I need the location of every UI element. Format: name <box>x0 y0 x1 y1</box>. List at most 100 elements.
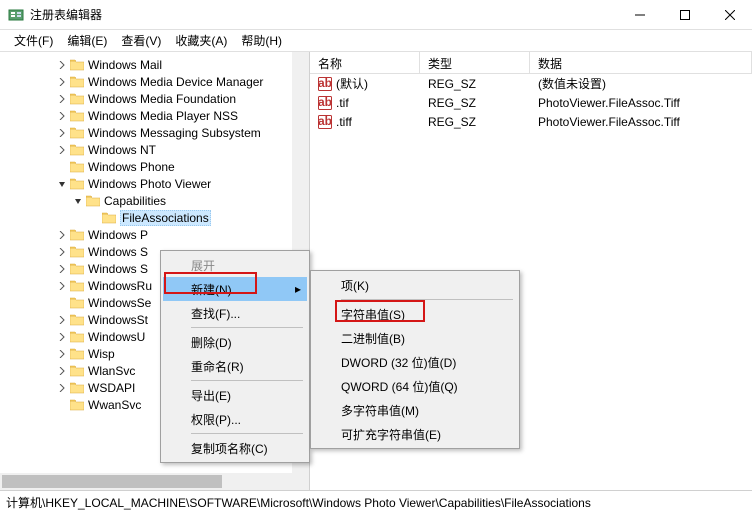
tree-label: WSDAPI <box>88 381 135 395</box>
col-type[interactable]: 类型 <box>420 52 530 73</box>
list-header: 名称 类型 数据 <box>310 52 752 74</box>
tree-label: Windows Photo Viewer <box>88 177 211 191</box>
string-value-icon: ab <box>318 115 332 129</box>
folder-icon <box>70 127 84 139</box>
chevron-right-icon[interactable] <box>56 348 68 360</box>
menu-view[interactable]: 查看(V) <box>115 30 167 51</box>
menu-file[interactable]: 文件(F) <box>8 30 59 51</box>
tree-item[interactable]: FileAssociations <box>0 209 309 226</box>
folder-icon <box>70 161 84 173</box>
tree-item[interactable]: Windows Photo Viewer <box>0 175 309 192</box>
folder-icon <box>70 93 84 105</box>
tree-label: Windows Media Foundation <box>88 92 236 106</box>
chevron-right-icon[interactable] <box>56 110 68 122</box>
chevron-down-icon[interactable] <box>72 195 84 207</box>
menu-edit[interactable]: 编辑(E) <box>61 30 113 51</box>
cell-name: ab.tiff <box>310 115 420 129</box>
ctx-item[interactable]: 删除(D) <box>163 330 307 354</box>
tree-label: Windows NT <box>88 143 156 157</box>
tree-item[interactable]: Windows Media Player NSS <box>0 107 309 124</box>
menu-help[interactable]: 帮助(H) <box>235 30 288 51</box>
folder-icon <box>70 229 84 241</box>
cell-name: ab.tif <box>310 96 420 110</box>
col-name[interactable]: 名称 <box>310 52 420 73</box>
chevron-down-icon[interactable] <box>56 178 68 190</box>
submenu-item[interactable]: 多字符串值(M) <box>313 398 517 422</box>
ctx-item[interactable]: 复制项名称(C) <box>163 436 307 460</box>
chevron-right-icon[interactable] <box>56 229 68 241</box>
chevron-right-icon[interactable] <box>56 127 68 139</box>
menu-separator <box>341 299 513 300</box>
folder-icon <box>102 212 116 224</box>
svg-text:ab: ab <box>318 115 332 128</box>
chevron-right-icon[interactable] <box>56 76 68 88</box>
folder-icon <box>70 314 84 326</box>
tree-item[interactable]: Windows Media Foundation <box>0 90 309 107</box>
submenu-item[interactable]: QWORD (64 位)值(Q) <box>313 374 517 398</box>
window-title: 注册表编辑器 <box>30 6 617 23</box>
submenu-item[interactable]: DWORD (32 位)值(D) <box>313 350 517 374</box>
submenu-item[interactable]: 项(K) <box>313 273 517 297</box>
col-data[interactable]: 数据 <box>530 52 752 73</box>
folder-icon <box>70 246 84 258</box>
tree-item[interactable]: Windows Phone <box>0 158 309 175</box>
folder-icon <box>86 195 100 207</box>
minimize-button[interactable] <box>617 0 662 30</box>
tree-label: Windows S <box>88 262 148 276</box>
folder-icon <box>70 382 84 394</box>
chevron-right-icon[interactable] <box>56 365 68 377</box>
chevron-right-icon[interactable] <box>56 331 68 343</box>
close-button[interactable] <box>707 0 752 30</box>
chevron-right-icon[interactable] <box>56 59 68 71</box>
folder-icon <box>70 365 84 377</box>
submenu-item[interactable]: 二进制值(B) <box>313 326 517 350</box>
ctx-item[interactable]: 导出(E) <box>163 383 307 407</box>
chevron-right-icon[interactable] <box>56 382 68 394</box>
ctx-item[interactable]: 查找(F)... <box>163 301 307 325</box>
tree-item[interactable]: Windows Mail <box>0 56 309 73</box>
tree-label: Windows Media Player NSS <box>88 109 238 123</box>
maximize-button[interactable] <box>662 0 707 30</box>
tree-label: WindowsRu <box>88 279 152 293</box>
tree-label: Windows Phone <box>88 160 175 174</box>
folder-icon <box>70 297 84 309</box>
status-path: 计算机\HKEY_LOCAL_MACHINE\SOFTWARE\Microsof… <box>6 494 591 511</box>
tree-label: Windows S <box>88 245 148 259</box>
tree-label: WindowsSt <box>88 313 148 327</box>
list-row[interactable]: ab(默认)REG_SZ(数值未设置) <box>310 74 752 93</box>
submenu-item[interactable]: 可扩充字符串值(E) <box>313 422 517 446</box>
submenu-item[interactable]: 字符串值(S) <box>313 302 517 326</box>
menu-separator <box>191 433 303 434</box>
tree-item[interactable]: Windows Messaging Subsystem <box>0 124 309 141</box>
folder-icon <box>70 110 84 122</box>
tree-hscroll[interactable] <box>0 473 292 490</box>
ctx-item[interactable]: 重命名(R) <box>163 354 307 378</box>
cell-type: REG_SZ <box>420 96 530 110</box>
cell-type: REG_SZ <box>420 77 530 91</box>
folder-icon <box>70 348 84 360</box>
string-value-icon: ab <box>318 77 332 91</box>
tree-item[interactable]: Capabilities <box>0 192 309 209</box>
tree-item[interactable]: Windows Media Device Manager <box>0 73 309 90</box>
ctx-item[interactable]: 权限(P)... <box>163 407 307 431</box>
chevron-right-icon[interactable] <box>56 314 68 326</box>
list-row[interactable]: ab.tifREG_SZPhotoViewer.FileAssoc.Tiff <box>310 93 752 112</box>
tree-label: Windows Mail <box>88 58 162 72</box>
tree-label: Windows Messaging Subsystem <box>88 126 261 140</box>
folder-icon <box>70 59 84 71</box>
chevron-right-icon[interactable] <box>56 246 68 258</box>
folder-icon <box>70 280 84 292</box>
chevron-right-icon[interactable] <box>56 263 68 275</box>
list-row[interactable]: ab.tiffREG_SZPhotoViewer.FileAssoc.Tiff <box>310 112 752 131</box>
tree-item[interactable]: Windows P <box>0 226 309 243</box>
cell-name: ab(默认) <box>310 75 420 92</box>
tree-item[interactable]: Windows NT <box>0 141 309 158</box>
chevron-right-icon[interactable] <box>56 93 68 105</box>
tree-label: WindowsU <box>88 330 145 344</box>
menu-favorites[interactable]: 收藏夹(A) <box>169 30 233 51</box>
chevron-right-icon[interactable] <box>56 280 68 292</box>
svg-text:ab: ab <box>318 96 332 109</box>
tree-label: WlanSvc <box>88 364 135 378</box>
ctx-item[interactable]: 新建(N)▸ <box>163 277 307 301</box>
chevron-right-icon[interactable] <box>56 144 68 156</box>
